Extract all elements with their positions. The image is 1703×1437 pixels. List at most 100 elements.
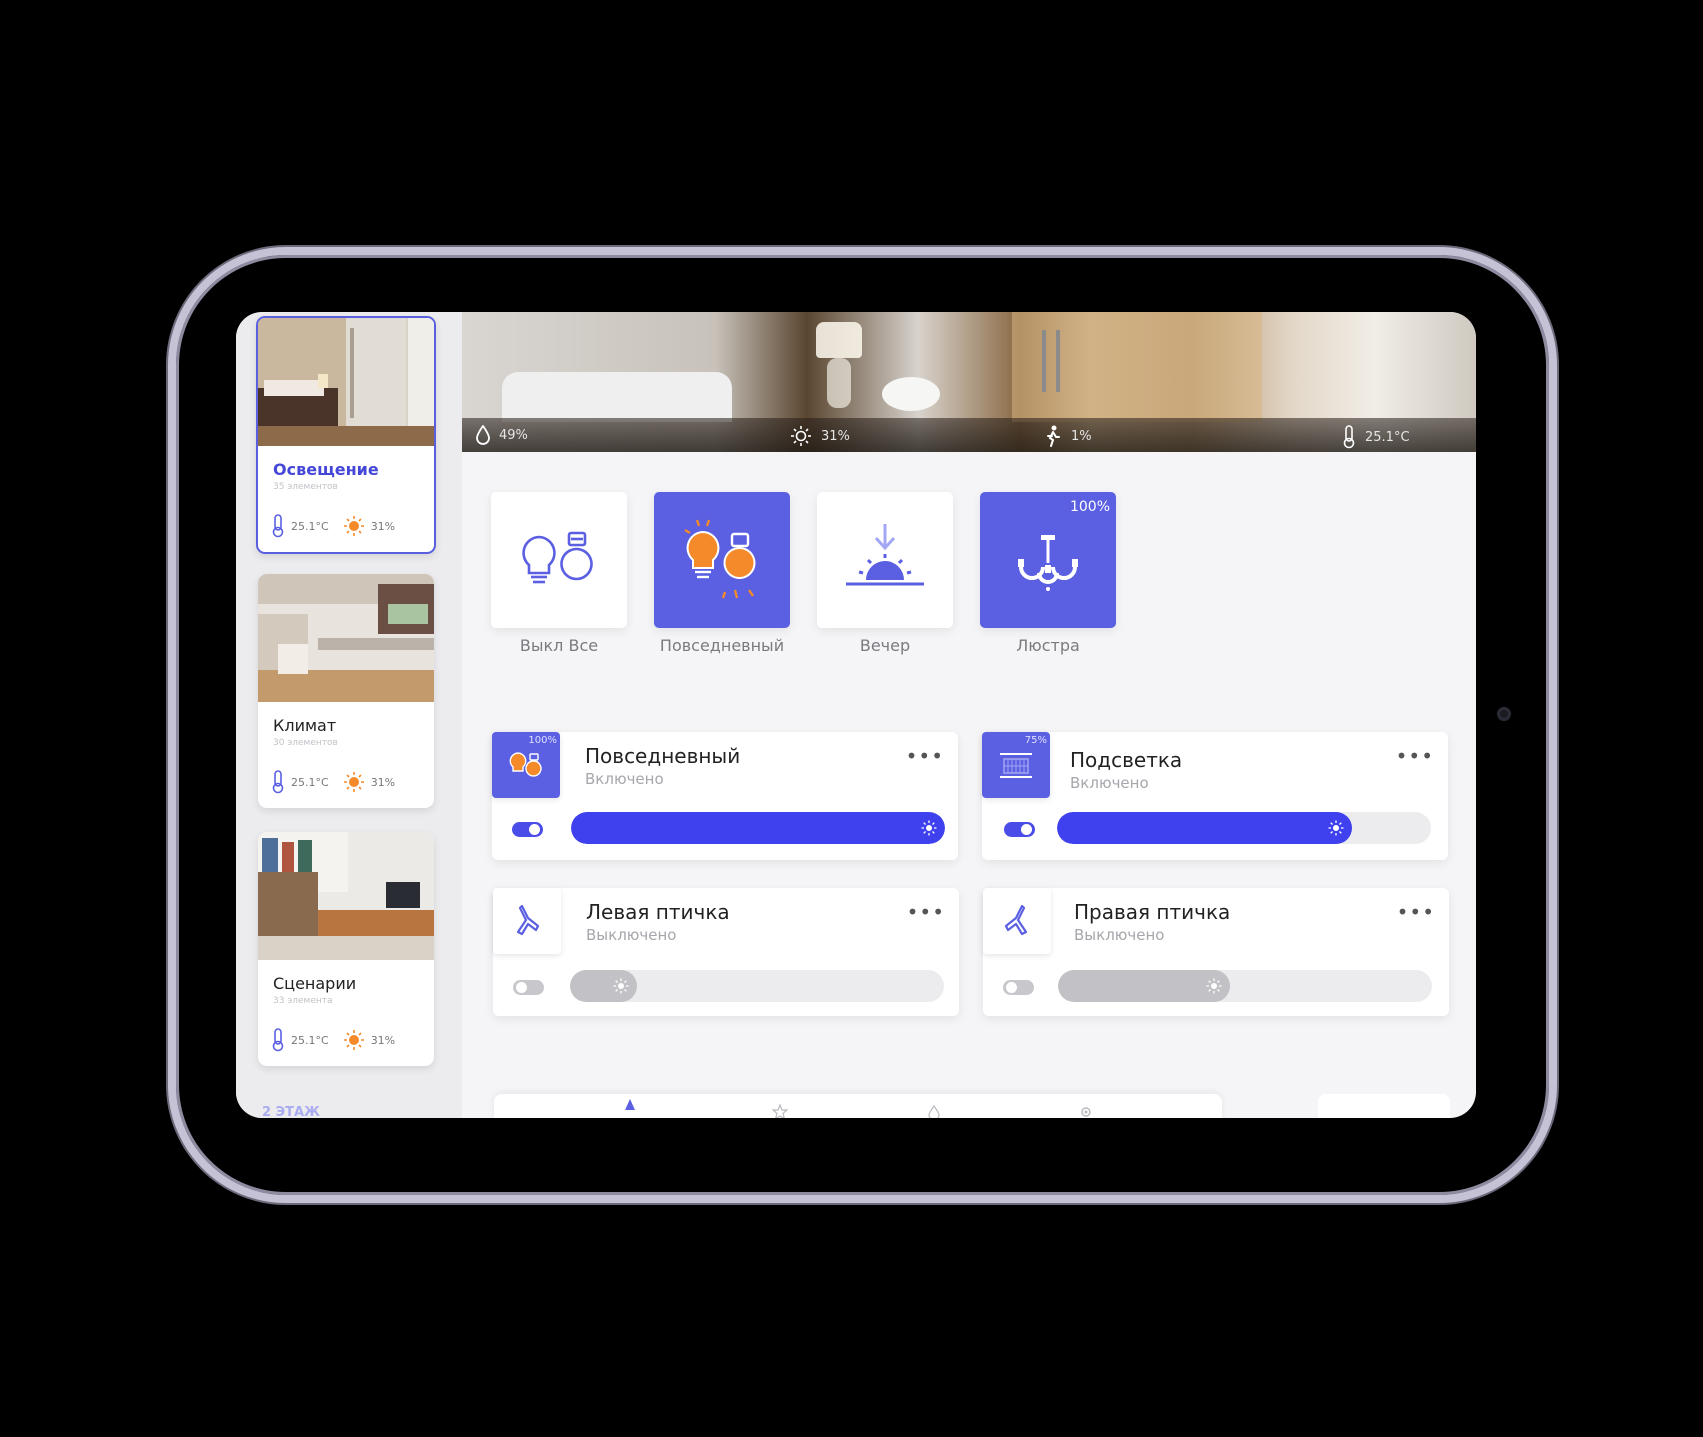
thermometer-icon [272, 1028, 284, 1052]
droplet-icon [476, 425, 490, 445]
bottom-tab-bar-right [1318, 1094, 1450, 1118]
room-card-scenarios[interactable]: Сценарии 33 элемента 25.1°C 31% [258, 832, 434, 1066]
stat-illumination: 31% [790, 425, 850, 447]
slider-handle-sun-icon[interactable] [1328, 820, 1344, 836]
screen: Освещение 35 элементов 25.1°C 31% Климат [236, 312, 1476, 1118]
device-icon-tile[interactable]: 100% [492, 732, 560, 798]
sun-icon [343, 516, 364, 536]
header-bed [502, 372, 732, 422]
header-flowers [882, 377, 940, 411]
toggle-knob [1006, 982, 1017, 993]
stat-temperature: 25.1°C [1342, 425, 1410, 449]
device-toggle[interactable] [1004, 822, 1035, 837]
slider-fill [1058, 970, 1230, 1002]
droplet-tab-icon[interactable] [926, 1104, 942, 1118]
device-icon-tile[interactable] [493, 888, 561, 954]
room-title: Сценарии [273, 974, 357, 993]
scene-tile[interactable]: 100% [980, 492, 1116, 628]
slider-fill [571, 812, 945, 844]
header-lamp-base [827, 358, 851, 408]
toggle-knob [1021, 824, 1032, 835]
brightness-slider[interactable] [1058, 970, 1432, 1002]
device-title: Подсветка [1070, 748, 1183, 772]
scene-tile[interactable] [491, 492, 627, 628]
room-title: Климат [273, 716, 337, 735]
scene-all-off[interactable]: Выкл Все [491, 492, 627, 655]
scene-tile[interactable] [817, 492, 953, 628]
room-temp: 25.1°C [291, 519, 329, 533]
room-header-photo: 49% 31% 1% 25.1°C [462, 312, 1476, 452]
stat-illumination-value: 31% [821, 428, 850, 444]
star-tab-icon[interactable] [772, 1104, 788, 1118]
device-toggle[interactable] [512, 822, 543, 837]
slider-fill [1057, 812, 1352, 844]
slider-handle-sun-icon[interactable] [613, 978, 629, 994]
toggle-knob [529, 824, 540, 835]
device-card-left-bird: Левая птичка Выключено ••• [493, 888, 959, 1016]
device-percent: 75% [1024, 735, 1047, 746]
more-options-icon[interactable]: ••• [906, 744, 944, 768]
slider-handle-sun-icon[interactable] [921, 820, 937, 836]
walking-person-icon [1047, 425, 1060, 447]
gear-tab-icon[interactable] [1078, 1104, 1094, 1118]
device-toggle[interactable] [513, 980, 544, 995]
room-subtitle: 35 элементов [273, 482, 338, 492]
room-subtitle: 33 элемента [273, 996, 333, 1006]
sidebar: Освещение 35 элементов 25.1°C 31% Климат [236, 312, 462, 1118]
slider-handle-sun-icon[interactable] [1206, 978, 1222, 994]
device-title: Повседневный [585, 744, 741, 768]
room-photo-kitchen [258, 574, 434, 702]
stat-humidity-value: 49% [499, 427, 528, 443]
more-options-icon[interactable]: ••• [907, 900, 945, 924]
device-status: Выключено [1074, 926, 1165, 944]
device-icon-tile[interactable]: 75% [982, 732, 1050, 798]
brightness-slider[interactable] [571, 812, 945, 844]
sun-outline-icon [791, 426, 811, 446]
room-light: 31% [370, 519, 396, 533]
brightness-slider[interactable] [1057, 812, 1431, 844]
camera-icon [1497, 707, 1511, 721]
room-meta: 25.1°C 31% [271, 1028, 409, 1052]
device-card-right-bird: Правая птичка Выключено ••• [983, 888, 1449, 1016]
header-wardrobe [1012, 312, 1262, 422]
scene-evening[interactable]: Вечер [817, 492, 953, 655]
room-photo-office [258, 832, 434, 960]
bulbs-outline-icon [522, 531, 593, 584]
lamp-tab-icon[interactable] [622, 1098, 638, 1114]
bird-lamp-icon [516, 904, 540, 936]
scene-label: Люстра [1016, 636, 1080, 655]
floor-label[interactable]: 2 ЭТАЖ [262, 1105, 320, 1118]
thermometer-icon [272, 770, 284, 794]
bulbs-orange-icon [509, 752, 542, 777]
stat-motion-value: 1% [1071, 428, 1092, 444]
scene-chandelier[interactable]: 100% Люстра [980, 492, 1116, 655]
scene-label: Выкл Все [519, 636, 599, 655]
header-stats: 49% 31% 1% 25.1°C [462, 418, 1476, 452]
device-percent: 100% [528, 735, 557, 746]
room-temp: 25.1°C [291, 775, 329, 789]
room-card-lighting[interactable]: Освещение 35 элементов 25.1°C 31% [256, 316, 436, 554]
sun-icon [343, 772, 364, 792]
wardrobe-handle [1042, 330, 1046, 392]
room-subtitle: 30 элементов [273, 738, 338, 748]
scene-tile[interactable] [654, 492, 790, 628]
led-panel-icon [1000, 753, 1032, 778]
wardrobe-handle [1056, 330, 1060, 392]
scene-everyday[interactable]: Повседневный [654, 492, 790, 655]
room-card-climate[interactable]: Климат 30 элементов 25.1°C 31% [258, 574, 434, 808]
thermometer-icon [272, 514, 284, 538]
device-status: Включено [585, 770, 664, 788]
room-photo-bedroom [258, 318, 434, 446]
thermometer-icon [1343, 425, 1355, 449]
device-title: Правая птичка [1074, 900, 1231, 924]
more-options-icon[interactable]: ••• [1396, 744, 1434, 768]
stat-temperature-value: 25.1°C [1365, 429, 1410, 445]
device-card-everyday: 100% Повседневный Включено ••• [492, 732, 958, 860]
device-status: Выключено [586, 926, 677, 944]
device-toggle[interactable] [1003, 980, 1034, 995]
device-icon-tile[interactable] [983, 888, 1051, 954]
brightness-slider[interactable] [570, 970, 944, 1002]
sun-icon [343, 1030, 364, 1050]
room-meta: 25.1°C 31% [271, 514, 409, 538]
more-options-icon[interactable]: ••• [1397, 900, 1435, 924]
